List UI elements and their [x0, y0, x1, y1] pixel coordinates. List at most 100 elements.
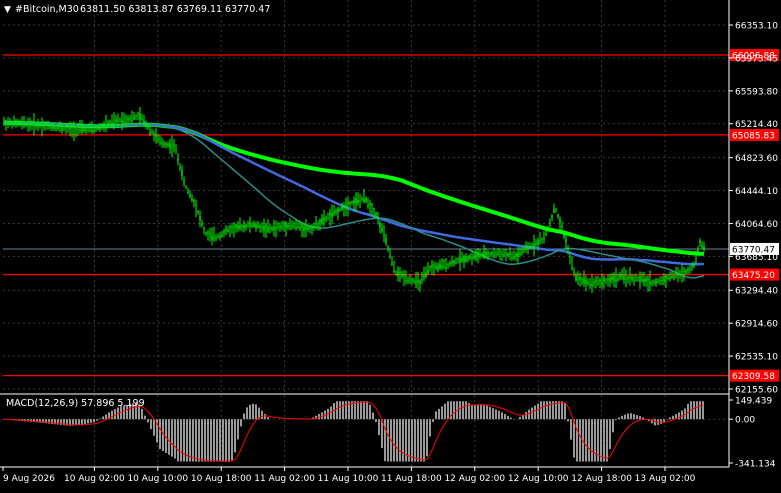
candle-body	[615, 279, 617, 282]
candle-body	[427, 270, 429, 274]
candle-body	[11, 121, 13, 125]
candle-body	[309, 227, 311, 229]
candle-body	[275, 227, 277, 229]
candle-body	[559, 219, 561, 222]
candle-body	[537, 240, 539, 245]
candle-body	[395, 274, 397, 276]
candle-body	[475, 253, 477, 260]
candle-body	[111, 122, 113, 126]
candle-body	[171, 147, 173, 149]
candle-body	[289, 225, 291, 227]
candle-body	[605, 279, 607, 281]
candle-body	[277, 226, 279, 228]
price-tick-label: 63685.10	[735, 253, 778, 263]
candle-body	[519, 253, 521, 255]
candle-body	[413, 280, 415, 282]
candle-body	[61, 125, 63, 131]
candle-body	[547, 228, 549, 230]
candle-body	[181, 170, 183, 177]
time-tick-label: 11 Aug 02:00	[254, 474, 315, 484]
candle-body	[21, 123, 23, 125]
candle-body	[663, 276, 665, 281]
candle-body	[635, 277, 637, 279]
candle-body	[609, 277, 611, 282]
candle-body	[47, 127, 49, 129]
candle-body	[263, 226, 265, 231]
trading-chart-window[interactable]: 66006.88 65085.83 63475.20 62309.58 63770.47…	[0, 0, 781, 489]
price-tick-label: 64444.10	[735, 187, 778, 197]
candle-body	[607, 278, 609, 280]
time-tick-label: 12 Aug 10:00	[508, 474, 569, 484]
candle-body	[185, 186, 187, 188]
candle-body	[341, 206, 343, 211]
candle-body	[441, 265, 443, 268]
candle-body	[567, 248, 569, 250]
time-tick-label: 10 Aug 02:00	[64, 474, 125, 484]
candle-body	[695, 262, 697, 264]
candle-body	[323, 217, 325, 221]
candle-body	[617, 278, 619, 280]
candle-body	[327, 218, 329, 220]
price-tick-label: 62535.10	[735, 353, 778, 363]
candle-body	[117, 119, 119, 122]
candle-body	[683, 270, 685, 272]
candle-body	[685, 270, 687, 273]
candle-body	[71, 127, 73, 129]
candle-body	[121, 119, 123, 123]
candle-body	[643, 279, 645, 283]
candle-body	[335, 210, 337, 212]
price-level-label: 65085.83	[732, 131, 775, 141]
candle-body	[329, 212, 331, 216]
candle-body	[337, 208, 339, 213]
price-level-label: 62309.58	[732, 372, 775, 382]
candle-body	[539, 239, 541, 241]
candle-body	[53, 125, 55, 129]
candle-body	[141, 118, 143, 120]
candle-body	[73, 126, 75, 129]
candle-body	[371, 203, 373, 205]
candle-body	[257, 225, 259, 229]
candle-body	[143, 120, 145, 124]
candle-body	[673, 277, 675, 279]
candle-body	[513, 257, 515, 259]
candle-body	[91, 129, 93, 132]
candle-body	[417, 280, 419, 283]
time-tick-label: 11 Aug 10:00	[318, 474, 379, 484]
candle-body	[345, 204, 347, 208]
candle-body	[173, 144, 175, 147]
candle-body	[147, 126, 149, 128]
candle-body	[701, 245, 703, 248]
candle-body	[81, 127, 83, 133]
candle-body	[37, 122, 39, 127]
candle-body	[581, 279, 583, 281]
candle-body	[207, 233, 209, 235]
candle-body	[493, 255, 495, 257]
candle-body	[541, 238, 543, 240]
macd-label: MACD(12,26,9) 57.896 5.199	[6, 398, 145, 409]
candle-body	[41, 124, 43, 126]
candle-body	[237, 224, 239, 230]
candle-body	[177, 158, 179, 161]
candle-body	[649, 281, 651, 285]
chart-menu-icon[interactable]: ▼	[4, 5, 11, 15]
candle-body	[299, 226, 301, 229]
chart-canvas[interactable]: 66006.8865085.8363475.2062309.5863770.47…	[0, 0, 781, 489]
candle-body	[621, 274, 623, 277]
candle-body	[197, 211, 199, 213]
candle-body	[267, 226, 269, 232]
candle-body	[175, 149, 177, 151]
candle-body	[297, 227, 299, 229]
candle-body	[487, 252, 489, 255]
candle-body	[93, 130, 95, 132]
candle-body	[241, 225, 243, 227]
candle-body	[189, 193, 191, 197]
candle-body	[469, 255, 471, 259]
candle-body	[623, 275, 625, 280]
candle-body	[145, 125, 147, 127]
candle-body	[531, 246, 533, 248]
candle-body	[655, 281, 657, 285]
candle-body	[561, 225, 563, 227]
candle-body	[421, 279, 423, 281]
macd-tick-label: -341.134	[735, 460, 776, 470]
candle-body	[431, 265, 433, 268]
